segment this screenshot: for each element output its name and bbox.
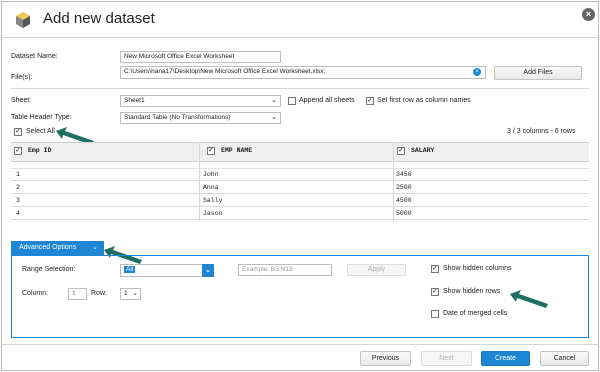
next-button[interactable]: Next <box>421 351 472 366</box>
table-header-type-value: Standard Table (No Transformations) <box>124 114 231 121</box>
dialog-title: Add new dataset <box>43 10 155 27</box>
column-input[interactable]: 1 <box>68 288 87 300</box>
table-row: 2 Anna 2500 <box>11 182 589 194</box>
table-cell: Sally <box>203 197 223 204</box>
table-row: 4 Jason 5000 <box>11 208 589 220</box>
header-divider <box>2 37 598 38</box>
dataset-name-input[interactable]: New Microsoft Office Excel Worksheet <box>120 51 281 63</box>
select-all-checkbox[interactable]: ✓ <box>14 128 22 136</box>
advanced-options-tab[interactable]: Advanced Options ⌄ <box>11 241 104 255</box>
close-icon[interactable]: × <box>582 8 595 21</box>
apply-button[interactable]: Apply <box>347 264 406 276</box>
dataset-name-label: Dataset Name: <box>11 53 58 60</box>
column-label: Column: <box>22 290 49 297</box>
table-cell: Jason <box>203 210 223 217</box>
files-label: File(s): <box>11 74 33 81</box>
row-select[interactable]: 1 ⌄ <box>120 288 141 300</box>
chevron-down-icon: ⌄ <box>132 290 138 297</box>
chevron-down-icon: ⌄ <box>92 244 98 251</box>
previous-button[interactable]: Previous <box>360 351 411 366</box>
chevron-down-icon: ⌄ <box>271 114 277 121</box>
create-button[interactable]: Create <box>481 351 530 366</box>
sheet-select[interactable]: Sheet1 ⌄ <box>120 95 281 107</box>
date-merged-cells-checkbox[interactable] <box>431 310 439 318</box>
table-cell: 3456 <box>396 171 412 178</box>
cancel-button[interactable]: Cancel <box>540 351 589 366</box>
grid-header: ✓ Emp ID ✓ EMP NAME ✓ SALARY <box>11 142 589 162</box>
sheet-select-value: Sheet1 <box>124 97 145 104</box>
show-hidden-columns-checkbox[interactable]: ✓ <box>431 265 439 273</box>
show-hidden-rows-checkbox[interactable]: ✓ <box>431 288 439 296</box>
row-select-value: 1 <box>124 290 128 297</box>
table-header-type-select[interactable]: Standard Table (No Transformations) ⌄ <box>120 112 281 124</box>
table-cell: 3 <box>16 197 20 204</box>
range-example-input[interactable]: Example: B3:N18 <box>238 264 332 276</box>
columns-summary: 3 / 3 columns - 6 rows <box>507 128 576 135</box>
files-input[interactable]: C:\Users\hana17\Desktop\New Microsoft Of… <box>120 66 486 79</box>
advanced-options-label: Advanced Options <box>19 244 77 251</box>
column-separator[interactable] <box>199 142 200 221</box>
column-header-salary: SALARY <box>411 147 435 154</box>
table-cell: John <box>203 171 219 178</box>
table-cell: 1 <box>16 171 20 178</box>
first-row-label: Set first row as column names <box>377 97 471 104</box>
table-cell: Anna <box>203 184 219 191</box>
append-all-sheets-label: Append all sheets <box>299 97 355 104</box>
row-label: Row: <box>91 290 107 297</box>
table-header-type-label: Table Header Type: <box>11 114 72 121</box>
footer-divider <box>2 344 598 345</box>
table-row: 3 Sally 4500 <box>11 195 589 207</box>
column-header-emp-name: EMP NAME <box>221 147 253 154</box>
table-cell: 4500 <box>396 197 412 204</box>
column-checkbox[interactable]: ✓ <box>397 147 405 155</box>
first-row-checkbox[interactable]: ✓ <box>366 97 374 105</box>
table-cell: 4 <box>16 210 20 217</box>
show-hidden-columns-label: Show hidden columns <box>443 265 512 272</box>
arrow-annotation-icon <box>510 290 548 308</box>
range-selection-select[interactable]: All <box>120 264 214 277</box>
table-cell: 2 <box>16 184 20 191</box>
show-hidden-rows-label: Show hidden rows <box>443 288 501 295</box>
append-all-sheets-checkbox[interactable] <box>288 97 296 105</box>
column-checkbox[interactable]: ✓ <box>207 147 215 155</box>
table-cell: 5000 <box>396 210 412 217</box>
add-files-button[interactable]: Add Files <box>494 66 582 80</box>
chevron-down-icon[interactable]: ⌄ <box>202 264 214 277</box>
column-header-emp-id: Emp ID <box>28 147 52 154</box>
clear-x-icon[interactable]: × <box>473 68 481 76</box>
cube-logo-icon <box>16 12 30 28</box>
table-cell: 2500 <box>396 184 412 191</box>
table-row: 1 John 3456 <box>11 169 589 181</box>
sheet-label: Sheet: <box>11 97 32 104</box>
files-divider <box>11 88 589 89</box>
date-merged-cells-label: Date of merged cells <box>443 310 508 317</box>
select-all-label: Select All <box>26 128 55 135</box>
column-checkbox[interactable]: ✓ <box>14 147 22 155</box>
range-selection-label: Range Selection: <box>22 266 76 273</box>
range-selection-value: All <box>124 266 136 273</box>
column-separator[interactable] <box>393 142 394 221</box>
chevron-down-icon: ⌄ <box>271 97 277 104</box>
